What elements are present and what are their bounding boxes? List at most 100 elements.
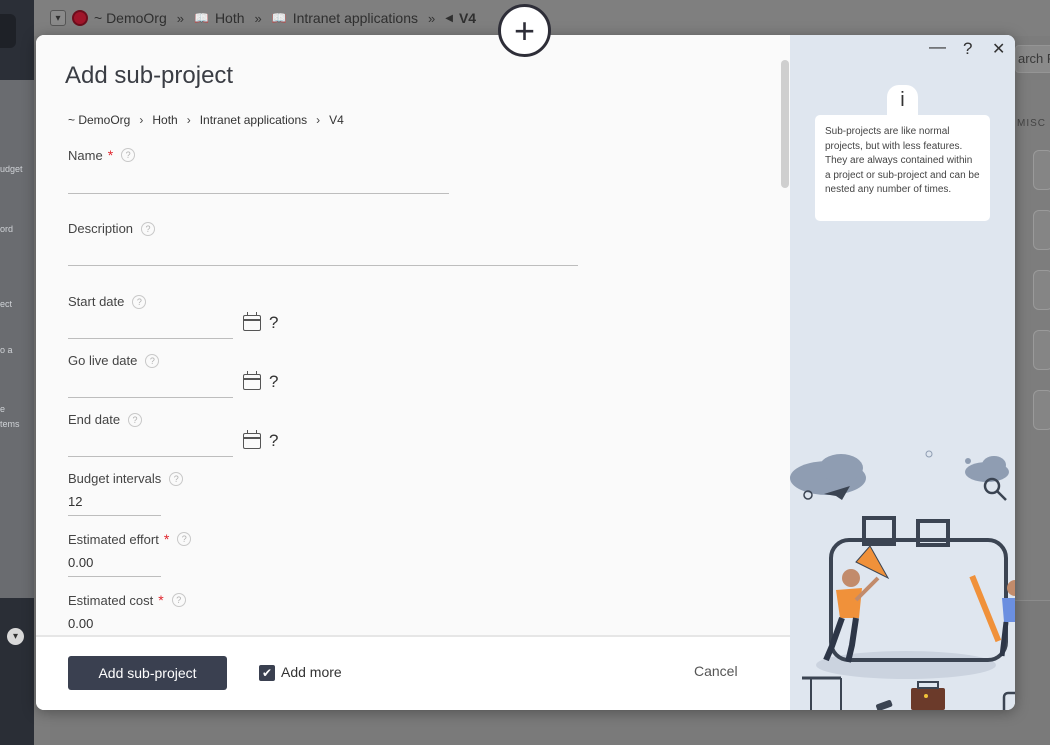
- add-sub-project-dialog: Add sub-project ~ DemoOrg › Hoth › Intra…: [36, 35, 1015, 710]
- person-left: [823, 569, 880, 663]
- go-live-date-label: Go live date: [68, 353, 138, 368]
- cancel-button[interactable]: Cancel: [694, 663, 738, 679]
- close-button[interactable]: ✕: [992, 39, 1005, 59]
- breadcrumb-org: ~ DemoOrg: [94, 10, 167, 26]
- estimated-effort-underline: [68, 576, 161, 577]
- name-label: Name: [68, 147, 103, 163]
- date-help-icon[interactable]: ?: [269, 372, 278, 392]
- background-side-button: [1033, 210, 1050, 250]
- add-sub-project-button[interactable]: Add sub-project: [68, 656, 227, 690]
- background-nav-label: tems: [0, 419, 20, 429]
- required-asterisk: *: [158, 592, 164, 608]
- background-side-button: [1033, 330, 1050, 370]
- background-left-button: [0, 14, 16, 48]
- background-nav-label: e: [0, 404, 6, 414]
- help-icon[interactable]: ?: [141, 221, 156, 236]
- calendar-icon[interactable]: [243, 312, 261, 331]
- start-date-label: Start date: [68, 294, 125, 309]
- background-side-button: [1033, 390, 1050, 430]
- required-asterisk: *: [107, 147, 114, 163]
- start-date-input[interactable]: [68, 338, 233, 339]
- toolbox-icon: [911, 688, 945, 710]
- calendar-icon[interactable]: [243, 371, 261, 390]
- help-icon[interactable]: ?: [121, 148, 136, 162]
- help-icon[interactable]: ?: [177, 532, 192, 546]
- help-icon[interactable]: ?: [128, 412, 143, 427]
- chevron-down-icon: ▾: [50, 10, 66, 26]
- checkmark-icon: ✔: [261, 666, 273, 680]
- double-chevron-icon: »: [254, 10, 262, 26]
- chevron-right-icon: ›: [316, 113, 321, 127]
- dialog-title: Add sub-project: [65, 62, 234, 89]
- help-icon[interactable]: ?: [171, 593, 186, 607]
- background-nav-label: udget: [0, 164, 23, 174]
- estimated-cost-input[interactable]: 0.00: [68, 616, 93, 631]
- estimated-effort-input[interactable]: 0.00: [68, 555, 93, 570]
- background-side-button: [1033, 270, 1050, 310]
- breadcrumb-item[interactable]: Hoth: [152, 113, 177, 127]
- help-icon[interactable]: ?: [145, 353, 160, 368]
- add-plus-button[interactable]: +: [498, 4, 551, 57]
- breadcrumb-item[interactable]: Intranet applications: [200, 113, 307, 127]
- date-help-icon[interactable]: ?: [269, 431, 278, 451]
- background-breadcrumb: ▾ ~ DemoOrg » 📖 Hoth » 📖 Intranet applic…: [50, 8, 476, 28]
- background-nav-label: ord: [0, 224, 14, 234]
- go-live-date-input[interactable]: [68, 397, 233, 398]
- chevron-right-icon: ›: [139, 113, 144, 127]
- start-date-field-label: Start date?: [68, 294, 147, 309]
- background-search-input: arch P: [1015, 45, 1050, 73]
- help-button[interactable]: ?: [963, 39, 972, 59]
- breadcrumb-current[interactable]: V4: [329, 113, 344, 127]
- book-icon: 📖: [193, 11, 209, 25]
- calendar-icon[interactable]: [243, 430, 261, 449]
- required-asterisk: *: [163, 531, 170, 547]
- budget-intervals-input[interactable]: 12: [68, 494, 82, 509]
- pencil-icon: [855, 545, 890, 580]
- budget-intervals-underline: [68, 515, 161, 516]
- end-date-field-label: End date?: [68, 412, 143, 427]
- chevron-right-icon: ›: [186, 113, 191, 127]
- estimated-effort-label: Estimated effort: [68, 531, 159, 547]
- caret-left-icon: ◀: [445, 12, 453, 24]
- org-logo-icon: [72, 10, 88, 26]
- date-help-icon[interactable]: ?: [269, 313, 278, 333]
- add-more-checkbox[interactable]: ✔: [259, 665, 275, 681]
- description-field-label: Description?: [68, 221, 156, 236]
- chevron-down-icon: ▾: [7, 628, 24, 645]
- help-icon[interactable]: ?: [132, 294, 147, 309]
- phone-icon: [876, 700, 893, 710]
- description-input[interactable]: [68, 265, 578, 266]
- form-scrollbar[interactable]: [781, 60, 789, 188]
- end-date-label: End date: [68, 412, 121, 427]
- background-nav-label: ect: [0, 299, 13, 309]
- info-text: Sub-projects are like normal projects, b…: [815, 115, 990, 221]
- end-date-input[interactable]: [68, 456, 233, 457]
- book-icon: 📖: [271, 11, 287, 25]
- minimize-button[interactable]: —: [929, 37, 946, 57]
- estimated-cost-field-label: Estimated cost *?: [68, 592, 186, 608]
- budget-intervals-field-label: Budget intervals?: [68, 471, 184, 486]
- person-right: [999, 580, 1015, 657]
- help-icon[interactable]: ?: [169, 471, 184, 486]
- dialog-breadcrumb: ~ DemoOrg › Hoth › Intranet applications…: [68, 113, 344, 127]
- double-chevron-icon: »: [176, 10, 184, 26]
- background-left-nav-bottom: [0, 598, 34, 745]
- estimated-cost-label: Estimated cost: [68, 592, 154, 608]
- bag-small-icon: [1002, 691, 1015, 710]
- breadcrumb-item: Hoth: [214, 10, 245, 26]
- go-live-date-field-label: Go live date?: [68, 353, 160, 368]
- description-label: Description: [68, 221, 134, 236]
- name-input[interactable]: [68, 193, 449, 194]
- table-icon: [802, 676, 842, 710]
- estimated-effort-field-label: Estimated effort *?: [68, 531, 192, 547]
- add-more-label[interactable]: Add more: [281, 664, 342, 680]
- breadcrumb-org[interactable]: ~ DemoOrg: [68, 113, 130, 127]
- breadcrumb-current: V4: [458, 10, 477, 26]
- background-misc-label: MISC: [1017, 118, 1046, 129]
- background-nav-label: o a: [0, 345, 13, 355]
- illustration: [790, 450, 1015, 710]
- cloud-icon: [790, 454, 1009, 495]
- breadcrumb-item: Intranet applications: [292, 10, 419, 26]
- budget-intervals-label: Budget intervals: [68, 471, 162, 486]
- background-side-button: [1033, 150, 1050, 190]
